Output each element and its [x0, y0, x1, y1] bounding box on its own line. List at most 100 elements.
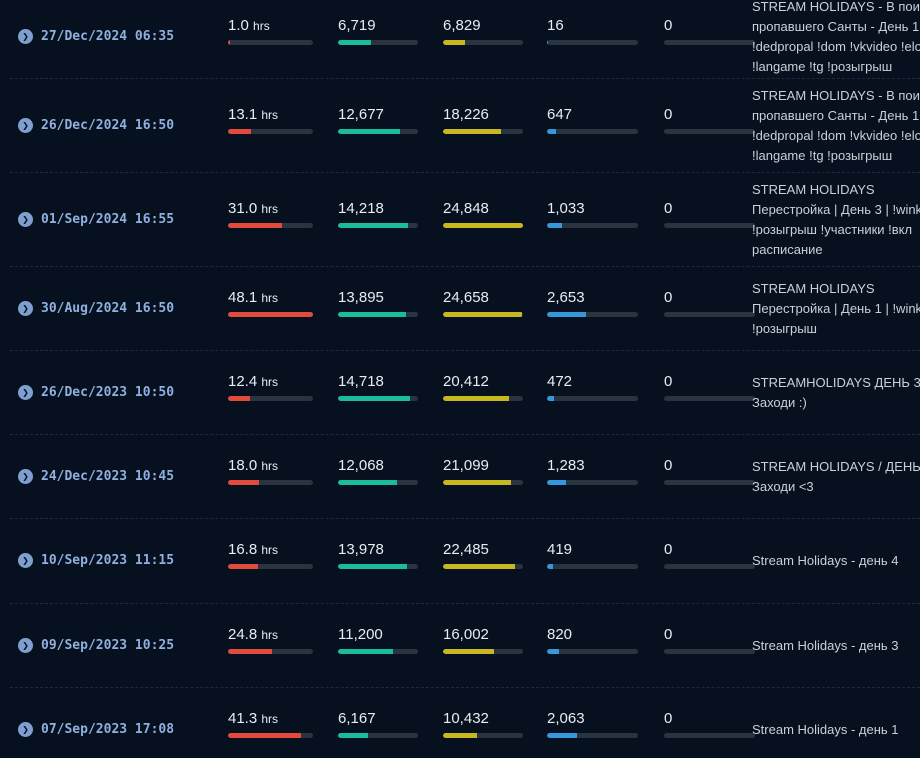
views-bar: [664, 648, 755, 654]
followers-cell: 820: [547, 626, 638, 654]
avg-bar-fill: [338, 732, 369, 738]
followers-bar-fill: [547, 311, 587, 317]
followers-value: 2,063: [547, 709, 585, 727]
avg-bar: [338, 311, 418, 317]
stream-row[interactable]: ❯ 07/Sep/2023 17:08 41.3 hrs 6,167 10,43…: [10, 688, 920, 758]
peak-cell: 18,226: [443, 106, 523, 134]
stream-title: STREAMHOLIDAYS ДЕНЬ 3 Заходи :): [752, 374, 920, 410]
chevron-right-icon: ❯: [18, 468, 33, 484]
hours-bar: [228, 222, 313, 228]
hours-bar-fill: [228, 311, 313, 317]
followers-bar-fill: [547, 564, 554, 569]
followers-cell: 2,653: [547, 289, 638, 317]
avg-value: 14,718: [338, 372, 384, 390]
peak-bar-fill: [443, 732, 477, 738]
hours-bar: [228, 128, 313, 134]
followers-bar-fill: [547, 732, 578, 738]
stream-row[interactable]: ❯ 27/Dec/2024 06:35 1.0 hrs 6,719 6,829 …: [10, 0, 920, 79]
peak-value: 18,226: [443, 105, 489, 123]
followers-value: 16: [547, 17, 564, 34]
avg-cell: 11,200: [338, 626, 418, 654]
hours-value: 24.8: [228, 625, 258, 643]
hours-cell: 13.1 hrs: [228, 106, 313, 134]
stream-row[interactable]: ❯ 10/Sep/2023 11:15 16.8 hrs 13,978 22,4…: [10, 519, 920, 604]
stream-date-link[interactable]: ❯ 30/Aug/2024 16:50: [18, 300, 174, 316]
stream-date: 01/Sep/2024 16:55: [41, 211, 175, 227]
hours-bar: [228, 648, 313, 654]
stream-date: 10/Sep/2023 11:15: [41, 553, 175, 568]
stream-date-link[interactable]: ❯ 24/Dec/2023 10:45: [18, 468, 175, 484]
hours-cell: 48.1 hrs: [228, 289, 313, 317]
peak-value: 20,412: [443, 372, 489, 390]
followers-bar: [547, 395, 638, 401]
hours-unit: hrs: [261, 458, 279, 473]
stream-row[interactable]: ❯ 09/Sep/2023 10:25 24.8 hrs 11,200 16,0…: [10, 604, 920, 688]
avg-bar: [338, 732, 418, 738]
avg-cell: 6,719: [338, 17, 418, 45]
peak-cell: 16,002: [443, 626, 523, 654]
streams-table: ❯ 27/Dec/2024 06:35 1.0 hrs 6,719 6,829 …: [10, 0, 920, 758]
avg-bar-fill: [338, 564, 407, 569]
stream-title: STREAM HOLIDAYS / ДЕНЬ Заходи <3: [752, 458, 920, 494]
peak-bar-fill: [443, 222, 523, 228]
views-cell: 0: [664, 373, 755, 401]
peak-cell: 21,099: [443, 457, 523, 485]
stream-row[interactable]: ❯ 30/Aug/2024 16:50 48.1 hrs 13,895 24,6…: [10, 267, 920, 351]
followers-bar-fill: [547, 648, 559, 654]
peak-bar: [443, 40, 523, 45]
stream-date-link[interactable]: ❯ 10/Sep/2023 11:15: [18, 553, 174, 568]
hours-bar-fill: [228, 732, 302, 738]
stream-date: 24/Dec/2023 10:45: [41, 468, 175, 484]
views-cell: 0: [664, 541, 755, 569]
peak-value: 6,829: [443, 17, 481, 34]
followers-bar-fill: [547, 222, 563, 228]
avg-value: 6,167: [338, 709, 376, 727]
stream-date-link[interactable]: ❯ 26/Dec/2024 16:50: [18, 117, 174, 133]
peak-bar-fill: [443, 311, 523, 317]
stream-row[interactable]: ❯ 24/Dec/2023 10:45 18.0 hrs 12,068 21,0…: [10, 435, 920, 519]
chevron-right-icon: ❯: [18, 300, 33, 316]
followers-cell: 647: [547, 106, 638, 134]
followers-bar-fill: [547, 128, 557, 134]
peak-bar: [443, 395, 523, 401]
hours-bar: [228, 564, 313, 569]
stream-date-link[interactable]: ❯ 09/Sep/2023 10:25: [18, 637, 174, 653]
hours-value: 18.0: [228, 456, 258, 474]
peak-cell: 20,412: [443, 373, 523, 401]
chevron-right-icon: ❯: [18, 553, 33, 568]
views-bar: [664, 479, 755, 485]
hours-unit: hrs: [261, 711, 279, 726]
followers-bar: [547, 648, 638, 654]
chevron-right-icon: ❯: [18, 117, 33, 133]
views-cell: 0: [664, 106, 755, 134]
stream-date: 27/Dec/2024 06:35: [41, 29, 175, 44]
stream-row[interactable]: ❯ 01/Sep/2024 16:55 31.0 hrs 14,218 24,8…: [10, 173, 920, 267]
hours-unit: hrs: [261, 290, 279, 305]
stream-row[interactable]: ❯ 26/Dec/2023 10:50 12.4 hrs 14,718 20,4…: [10, 351, 920, 435]
peak-bar: [443, 564, 523, 569]
followers-bar: [547, 564, 638, 569]
chevron-right-icon: ❯: [18, 721, 33, 737]
stream-row[interactable]: ❯ 26/Dec/2024 16:50 13.1 hrs 12,677 18,2…: [10, 79, 920, 173]
followers-cell: 472: [547, 373, 638, 401]
hours-cell: 41.3 hrs: [228, 710, 313, 738]
views-value: 0: [664, 372, 673, 390]
hours-bar-fill: [228, 395, 251, 401]
stream-date-link[interactable]: ❯ 07/Sep/2023 17:08: [18, 721, 174, 737]
stream-date-link[interactable]: ❯ 26/Dec/2023 10:50: [18, 384, 174, 400]
stream-date-link[interactable]: ❯ 01/Sep/2024 16:55: [18, 211, 175, 227]
avg-value: 14,218: [338, 199, 384, 217]
avg-value: 12,068: [338, 456, 384, 474]
hours-cell: 1.0 hrs: [228, 17, 313, 45]
hours-bar-fill: [228, 479, 260, 485]
views-cell: 0: [664, 17, 755, 45]
peak-value: 24,658: [443, 288, 489, 306]
followers-bar: [547, 479, 638, 485]
hours-unit: hrs: [261, 543, 279, 557]
hours-unit: hrs: [261, 627, 279, 642]
avg-bar: [338, 479, 418, 485]
stream-date-link[interactable]: ❯ 27/Dec/2024 06:35: [18, 29, 174, 44]
hours-bar: [228, 479, 313, 485]
followers-value: 1,033: [547, 199, 585, 217]
hours-bar-fill: [228, 128, 251, 134]
